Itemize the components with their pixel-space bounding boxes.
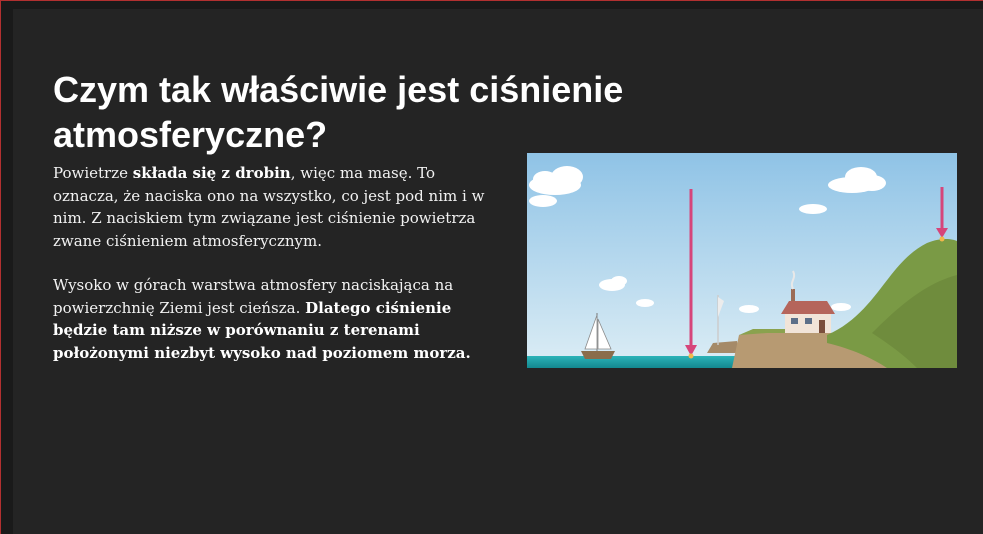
slide-title: Czym tak właściwie jest ciśnienie atmosf…: [53, 69, 624, 155]
mountain-point: [939, 236, 945, 242]
paragraph-1-text-a: Powietrze: [53, 164, 133, 182]
paragraph-2: Wysoko w górach warstwa atmosfery nacisk…: [53, 274, 498, 364]
sea-level-point: [688, 353, 694, 359]
cloud-icon: [529, 195, 557, 207]
cloud-icon: [739, 305, 759, 313]
cloud-icon: [636, 299, 654, 307]
pressure-illustration-svg: [527, 153, 957, 368]
window-frame: Czym tak właściwie jest ciśnienie atmosf…: [0, 0, 983, 534]
pressure-illustration: [527, 153, 957, 368]
paragraph-1: Powietrze składa się z drobin, więc ma m…: [53, 162, 498, 252]
paragraph-1-bold: składa się z drobin: [132, 164, 291, 182]
slide: Czym tak właściwie jest ciśnienie atmosf…: [13, 9, 983, 534]
slide-body: Powietrze składa się z drobin, więc ma m…: [53, 162, 498, 386]
cloud-icon: [799, 204, 827, 214]
cloud-icon: [831, 303, 851, 311]
